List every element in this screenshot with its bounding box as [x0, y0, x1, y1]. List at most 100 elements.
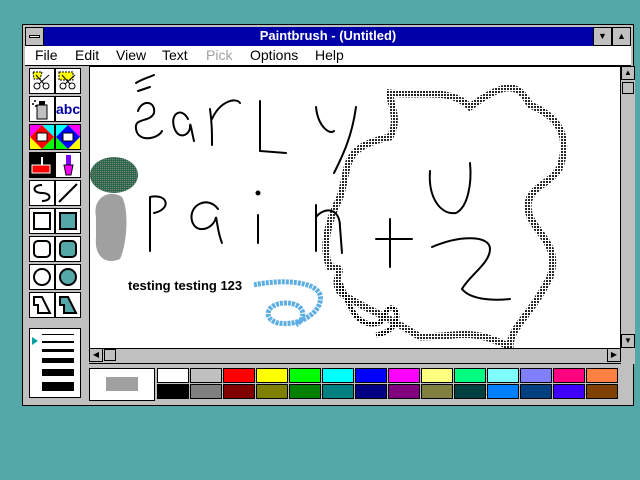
- circle-icon: [33, 268, 51, 286]
- filled-box-tool[interactable]: [55, 208, 81, 234]
- blue-squiggle: [253, 279, 323, 328]
- palette-swatch[interactable]: [388, 368, 420, 383]
- text-tool[interactable]: abc: [55, 96, 81, 122]
- palette-swatch[interactable]: [256, 368, 288, 383]
- circle-tool[interactable]: [29, 264, 55, 290]
- menu-options[interactable]: Options: [250, 47, 298, 63]
- palette-swatch[interactable]: [223, 368, 255, 383]
- pick-tool[interactable]: [55, 68, 81, 94]
- line-width-options: [32, 334, 74, 391]
- window-title: Paintbrush - (Untitled): [259, 28, 397, 43]
- box-icon: [33, 212, 51, 230]
- eraser-tool[interactable]: [55, 124, 81, 150]
- rounded-box-tool[interactable]: [29, 236, 55, 262]
- drawing-canvas[interactable]: testing testing 123: [89, 66, 621, 364]
- palette-swatch[interactable]: [355, 368, 387, 383]
- color-palette: [89, 368, 621, 401]
- toolbox: abc: [25, 66, 85, 402]
- palette-swatch[interactable]: [454, 384, 486, 399]
- menu-help[interactable]: Help: [315, 47, 344, 63]
- line-width-selector[interactable]: [29, 328, 81, 398]
- curve-tool[interactable]: [29, 180, 55, 206]
- line-icon: [58, 183, 78, 203]
- color-eraser-icon: [30, 125, 54, 149]
- palette-swatch[interactable]: [190, 384, 222, 399]
- line-width-2: [42, 341, 74, 343]
- menu-file[interactable]: File: [35, 47, 58, 63]
- palette-swatch[interactable]: [289, 368, 321, 383]
- airbrush-outline: [322, 84, 568, 349]
- palette-swatch[interactable]: [289, 384, 321, 399]
- palette-swatch[interactable]: [388, 384, 420, 399]
- selected-width-arrow-icon: [32, 337, 38, 345]
- color-eraser-tool[interactable]: [29, 124, 55, 150]
- palette-swatch[interactable]: [223, 384, 255, 399]
- horizontal-scrollbar[interactable]: ◀ ▶: [89, 348, 621, 363]
- scroll-down-button[interactable]: ▼: [621, 334, 635, 348]
- palette-swatch[interactable]: [487, 368, 519, 383]
- palette-swatch[interactable]: [421, 384, 453, 399]
- filled-circle-tool[interactable]: [55, 264, 81, 290]
- canvas-drawing: [90, 74, 568, 349]
- curve-icon: [33, 184, 51, 202]
- title-bar[interactable]: Paintbrush - (Untitled) ▼ ▲: [25, 27, 631, 46]
- palette-swatch[interactable]: [586, 384, 618, 399]
- scroll-up-button[interactable]: ▲: [621, 66, 635, 80]
- scroll-right-button[interactable]: ▶: [607, 348, 621, 362]
- filled-box-icon: [59, 212, 77, 230]
- palette-swatch[interactable]: [520, 384, 552, 399]
- current-color-indicator: [89, 368, 155, 401]
- pick-scissors-icon: [58, 71, 76, 90]
- brush-tool[interactable]: [55, 152, 81, 178]
- menu-pick[interactable]: Pick: [206, 47, 232, 63]
- palette-swatch[interactable]: [421, 368, 453, 383]
- scroll-left-button[interactable]: ◀: [89, 348, 103, 362]
- box-tool[interactable]: [29, 208, 55, 234]
- palette-swatch[interactable]: [586, 368, 618, 383]
- polygon-tool[interactable]: [29, 292, 55, 318]
- brush-icon: [63, 155, 74, 176]
- palette-swatch[interactable]: [355, 384, 387, 399]
- menu-edit[interactable]: Edit: [75, 47, 99, 63]
- palette-swatch[interactable]: [157, 384, 189, 399]
- palette-swatch[interactable]: [190, 368, 222, 383]
- rounded-box-icon: [33, 240, 51, 258]
- scissors-icon: [32, 71, 50, 90]
- palette-swatch[interactable]: [553, 384, 585, 399]
- canvas-text-label: testing testing 123: [128, 278, 243, 293]
- handwriting: [134, 74, 511, 301]
- maximize-button[interactable]: ▲: [612, 27, 631, 46]
- scissors-tool[interactable]: [29, 68, 55, 94]
- line-width-3: [42, 349, 74, 352]
- palette-swatch[interactable]: [454, 368, 486, 383]
- airbrush-tool[interactable]: [29, 96, 55, 122]
- vertical-scroll-thumb[interactable]: [622, 82, 634, 94]
- menu-text[interactable]: Text: [162, 47, 188, 63]
- menu-view[interactable]: View: [116, 47, 146, 63]
- line-width-6: [42, 382, 74, 391]
- palette-swatch[interactable]: [553, 368, 585, 383]
- filled-rounded-box-icon: [59, 240, 77, 258]
- minimize-button[interactable]: ▼: [593, 27, 612, 46]
- eraser-icon: [56, 125, 80, 149]
- palette-swatch[interactable]: [520, 368, 552, 383]
- paint-roller-tool[interactable]: [29, 152, 55, 178]
- polygon-icon: [33, 296, 52, 314]
- line-width-4: [42, 358, 74, 363]
- palette-swatch[interactable]: [322, 368, 354, 383]
- line-tool[interactable]: [55, 180, 81, 206]
- filled-polygon-tool[interactable]: [55, 292, 81, 318]
- filled-circle-icon: [59, 268, 77, 286]
- paintbrush-window: Paintbrush - (Untitled) ▼ ▲ File Edit Vi…: [22, 24, 635, 406]
- line-width-5: [42, 369, 74, 376]
- palette-swatch[interactable]: [256, 384, 288, 399]
- filled-rounded-box-tool[interactable]: [55, 236, 81, 262]
- palette-swatch[interactable]: [487, 384, 519, 399]
- green-blob: [90, 157, 138, 193]
- paint-roller-icon: [31, 157, 51, 174]
- palette-swatch[interactable]: [322, 384, 354, 399]
- horizontal-scroll-thumb[interactable]: [104, 349, 116, 361]
- palette-swatch[interactable]: [157, 368, 189, 383]
- vertical-scrollbar[interactable]: ▲ ▼: [621, 66, 635, 364]
- spray-can-icon: [32, 100, 48, 120]
